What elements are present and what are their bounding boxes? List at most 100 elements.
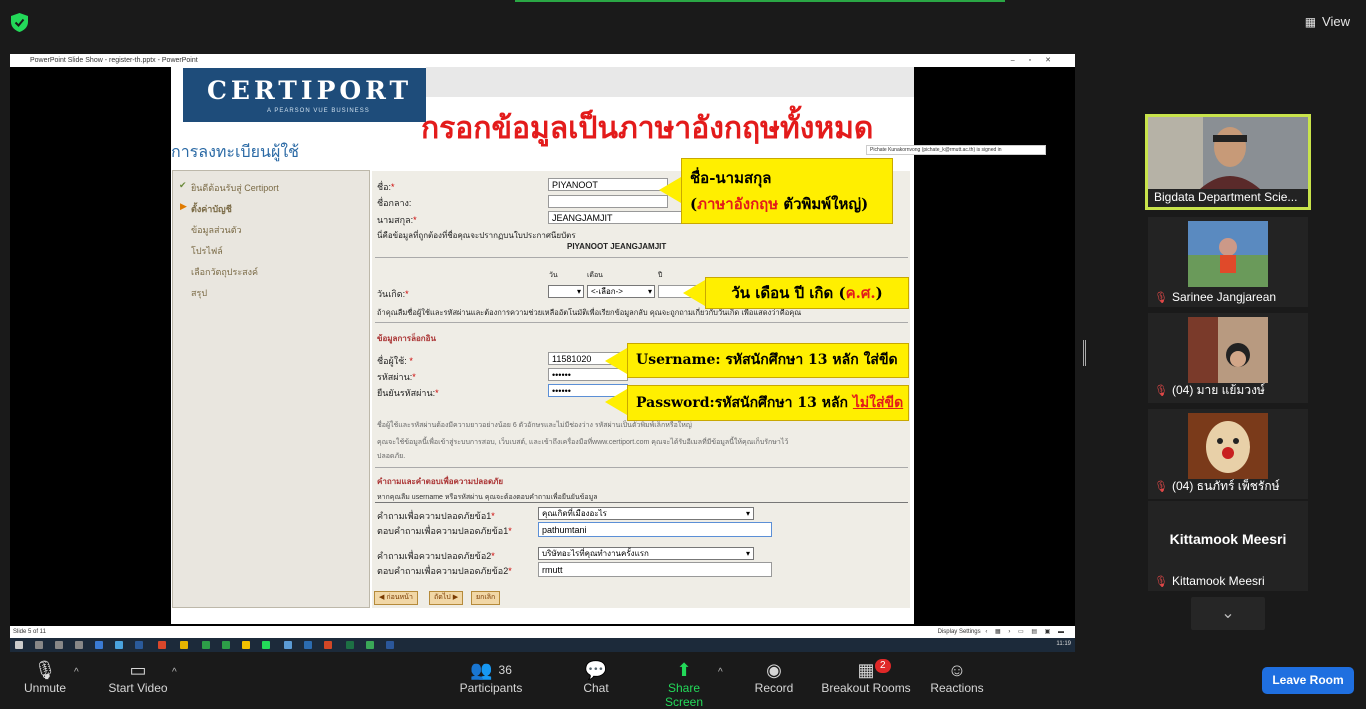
share-options-chevron-icon[interactable]: ^ — [718, 667, 723, 678]
security-shield-icon[interactable] — [11, 13, 28, 32]
share-screen-button[interactable]: ⬆ Share Screen — [648, 659, 720, 709]
previous-button[interactable]: ◀ ก่อนหน้า — [374, 591, 418, 605]
certificate-name: PIYANOOT JEANGJAMJIT — [567, 242, 667, 251]
callout-dob: วัน เดือน ปี เกิด (ค.ศ.) — [705, 277, 909, 309]
audio-options-chevron-icon[interactable]: ^ — [74, 667, 79, 678]
a1-label: ตอบคำถามเพื่อความปลอดภัยข้อ1* — [377, 526, 512, 536]
panel-resize-handle[interactable] — [1083, 340, 1086, 366]
sharing-indicator-bar — [515, 0, 1005, 2]
chevron-down-icon: ▾ — [745, 509, 750, 518]
usage-note-cont: ปลอดภัย. — [377, 453, 406, 460]
participants-button[interactable]: 👥 36 Participants — [458, 659, 524, 695]
year-column-label: ปี — [658, 272, 663, 279]
a1-input[interactable]: pathumtani — [538, 522, 772, 537]
app-icon[interactable] — [262, 641, 270, 649]
app-icon[interactable] — [158, 641, 166, 649]
cancel-button[interactable]: ยกเลิก — [471, 591, 501, 605]
app-icon[interactable] — [222, 641, 230, 649]
step-account: ตั้งค่าบัญชี — [191, 204, 232, 214]
participant-display-name: Kittamook Meesri — [1169, 531, 1287, 547]
login-section-heading: ข้อมูลการล็อกอิน — [377, 334, 436, 343]
chat-button[interactable]: 💬 Chat — [578, 659, 614, 695]
reactions-button[interactable]: ☺ Reactions — [930, 659, 984, 695]
app-icon[interactable] — [304, 641, 312, 649]
chevron-down-icon: ⌄ — [1221, 605, 1235, 622]
divider — [375, 502, 908, 503]
word-icon[interactable] — [386, 641, 394, 649]
participant-tile[interactable]: 🎙 (04) มาย แย้มวงษ์ — [1148, 313, 1308, 403]
record-button[interactable]: ◉ Record — [752, 659, 796, 695]
app-icon[interactable] — [135, 641, 143, 649]
callout-password: Password:รหัสนักศึกษา 13 หลัก ไม่ใส่ขีด — [627, 385, 909, 421]
first-name-label: ชื่อ:* — [377, 182, 395, 192]
search-icon[interactable] — [35, 641, 43, 649]
participant-tile[interactable]: Kittamook Meesri 🎙 Kittamook Meesri — [1148, 501, 1308, 591]
participant-tile-active-speaker[interactable]: Bigdata Department Scie... — [1145, 114, 1311, 210]
muted-mic-icon: 🎙 — [1154, 576, 1168, 588]
app-icon[interactable] — [180, 641, 188, 649]
ppt-title-text: PowerPoint Slide Show - register-th.pptx… — [30, 57, 198, 64]
excel-icon[interactable] — [346, 641, 354, 649]
a2-input[interactable]: rmutt — [538, 562, 772, 577]
unmute-button[interactable]: 🎙 Unmute — [22, 659, 68, 695]
certiport-logo: CERTIPORT A PEARSON VUE BUSINESS — [183, 68, 426, 122]
registration-title: การลงทะเบียนผู้ใช้ — [171, 144, 300, 161]
chevron-down-icon: ▾ — [576, 287, 581, 296]
powerpoint-icon[interactable] — [324, 641, 332, 649]
q2-select[interactable]: บริษัทอะไรที่คุณทำงานครั้งแรก ▾ — [538, 547, 754, 560]
q1-select[interactable]: คุณเกิดที่เมืองอะไร ▾ — [538, 507, 754, 520]
participant-tile[interactable]: 🎙 Sarinee Jangjarean — [1148, 217, 1308, 307]
participant-name: 🎙 (04) ธนภัทร์ เพ็ชรักษ์ — [1154, 479, 1280, 493]
participant-name: 🎙 (04) มาย แย้มวงษ์ — [1154, 383, 1265, 397]
app-icon[interactable] — [202, 641, 210, 649]
video-options-chevron-icon[interactable]: ^ — [172, 667, 177, 678]
day-select[interactable]: ▾ — [548, 285, 584, 298]
breakout-rooms-button[interactable]: ▦ 2 Breakout Rooms — [820, 659, 912, 695]
folder-icon[interactable] — [242, 641, 250, 649]
video-off-icon: ▭ — [129, 660, 147, 680]
chat-icon: 💬 — [584, 660, 608, 680]
view-label: View — [1322, 14, 1350, 29]
window-controls[interactable]: –▫✕ — [1011, 54, 1065, 67]
cortana-icon[interactable] — [55, 641, 63, 649]
taskview-icon[interactable] — [75, 641, 83, 649]
callout-arrow-icon — [683, 280, 705, 306]
app-icon[interactable] — [284, 641, 292, 649]
muted-mic-icon: 🎙 — [1154, 481, 1168, 493]
a2-label: ตอบคำถามเพื่อความปลอดภัยข้อ2* — [377, 566, 512, 576]
scroll-down-button[interactable]: ⌄ — [1191, 597, 1265, 630]
callout-name: ชื่อ-นามสกุล (ภาษาอังกฤษ ตัวพิมพ์ใหญ่) — [681, 158, 893, 224]
callout-arrow-icon — [659, 177, 681, 203]
app-icon[interactable] — [366, 641, 374, 649]
leave-room-button[interactable]: Leave Room — [1262, 667, 1354, 694]
app-icon[interactable] — [95, 641, 103, 649]
last-name-label: นามสกุล:* — [377, 215, 417, 225]
first-name-input[interactable]: PIYANOOT — [548, 178, 668, 191]
q2-label: คำถามเพื่อความปลอดภัยข้อ2* — [377, 551, 495, 561]
slide-title: กรอกข้อมูลเป็นภาษาอังกฤษทั้งหมด — [421, 111, 874, 146]
callout-name-line2: (ภาษาอังกฤษ ตัวพิมพ์ใหญ่) — [690, 195, 869, 213]
chevron-down-icon: ▾ — [647, 287, 652, 296]
participant-avatar — [1188, 221, 1268, 287]
participant-avatar — [1188, 317, 1268, 383]
middle-name-input[interactable] — [548, 195, 668, 208]
current-step-arrow-icon: ▶ — [180, 201, 187, 211]
step-summary: สรุป — [191, 288, 208, 298]
windows-taskbar: 11:19 — [10, 638, 1075, 652]
share-screen-icon: ⬆ — [676, 660, 692, 680]
shared-screen[interactable]: PowerPoint Slide Show - register-th.pptx… — [10, 54, 1075, 638]
q1-label: คำถามเพื่อความปลอดภัยข้อ1* — [377, 511, 495, 521]
view-button[interactable]: ▦ View — [1305, 14, 1350, 29]
participant-tile[interactable]: 🎙 (04) ธนภัทร์ เพ็ชรักษ์ — [1148, 409, 1308, 499]
taskbar-clock: 11:19 — [1056, 641, 1071, 647]
registration-steps: ยินดีต้อนรับสู่ Certiport ตั้งค่าบัญชี ข… — [172, 170, 370, 608]
grid-view-icon: ▦ — [1304, 14, 1317, 29]
ppt-status-controls[interactable]: Display Settings ‹ ▦ › ▭ ▤ ▣ ▬ — [938, 626, 1067, 638]
start-video-button[interactable]: ▭ Start Video — [108, 659, 168, 695]
start-icon[interactable] — [15, 641, 23, 649]
app-icon[interactable] — [115, 641, 123, 649]
signed-in-tooltip: Pichate Kunakornvong (pichate_k@rmutt.ac… — [866, 145, 1046, 155]
callout-name-line1: ชื่อ-นามสกุล — [690, 169, 772, 187]
next-button[interactable]: ถัดไป ▶ — [429, 591, 464, 605]
month-select[interactable]: <-เลือก-> ▾ — [587, 285, 655, 298]
